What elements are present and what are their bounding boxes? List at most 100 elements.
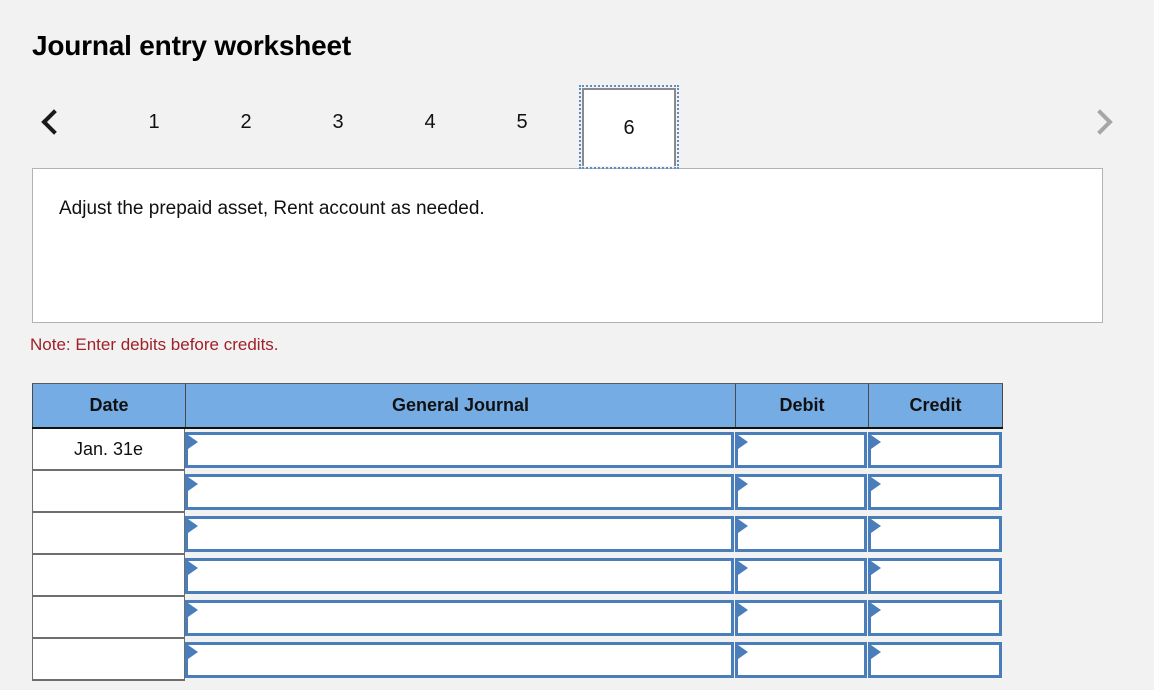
account-field-box xyxy=(185,600,734,636)
account-field-box xyxy=(185,516,734,552)
date-cell xyxy=(32,555,185,597)
credit-input-cell[interactable] xyxy=(868,429,1003,471)
account-input-cell[interactable] xyxy=(185,429,735,471)
debit-field-box xyxy=(735,558,867,594)
credit-field-box xyxy=(868,558,1002,594)
debit-input-cell[interactable] xyxy=(735,555,868,597)
tab-3[interactable]: 3 xyxy=(306,92,370,152)
credit-input-cell[interactable] xyxy=(868,555,1003,597)
triangle-marker-icon xyxy=(738,477,748,491)
column-header-date: Date xyxy=(32,384,185,427)
credit-input-cell[interactable] xyxy=(868,471,1003,513)
triangle-marker-icon xyxy=(871,561,881,575)
credit-input[interactable] xyxy=(883,561,997,591)
tab-6[interactable]: 6 xyxy=(582,88,676,166)
debit-input-cell[interactable] xyxy=(735,513,868,555)
triangle-marker-icon xyxy=(188,561,198,575)
column-header-debit: Debit xyxy=(735,384,868,427)
credit-input-cell[interactable] xyxy=(868,597,1003,639)
tab-1[interactable]: 1 xyxy=(122,92,186,152)
triangle-marker-icon xyxy=(188,435,198,449)
worksheet-tab-strip: 1 2 3 4 5 6 xyxy=(32,92,1122,170)
triangle-marker-icon xyxy=(738,603,748,617)
triangle-marker-icon xyxy=(871,435,881,449)
credit-field-box xyxy=(868,474,1002,510)
debit-field-box xyxy=(735,600,867,636)
credit-input-cell[interactable] xyxy=(868,513,1003,555)
credit-input[interactable] xyxy=(883,435,997,465)
triangle-marker-icon xyxy=(871,519,881,533)
credit-field-box xyxy=(868,432,1002,468)
account-input-cell[interactable] xyxy=(185,639,735,681)
table-header-row: Date General Journal Debit Credit xyxy=(32,383,1003,429)
account-field-box xyxy=(185,432,734,468)
triangle-marker-icon xyxy=(871,477,881,491)
debit-field-box xyxy=(735,432,867,468)
account-input[interactable] xyxy=(200,519,729,549)
debit-input[interactable] xyxy=(750,645,862,675)
date-cell xyxy=(32,471,185,513)
account-input-cell[interactable] xyxy=(185,513,735,555)
debit-input[interactable] xyxy=(750,435,862,465)
instruction-text: Adjust the prepaid asset, Rent account a… xyxy=(59,197,485,222)
triangle-marker-icon xyxy=(871,603,881,617)
account-input[interactable] xyxy=(200,477,729,507)
debit-input[interactable] xyxy=(750,477,862,507)
credit-input[interactable] xyxy=(883,519,997,549)
credit-input[interactable] xyxy=(883,477,997,507)
previous-entry-button[interactable] xyxy=(32,92,76,152)
journal-entry-worksheet-page: Journal entry worksheet 1 2 3 4 5 6 Adju… xyxy=(0,0,1154,690)
table-row xyxy=(32,597,1003,639)
debit-input-cell[interactable] xyxy=(735,471,868,513)
journal-entry-table: Date General Journal Debit Credit Jan. 3… xyxy=(32,383,1003,681)
next-entry-button[interactable] xyxy=(1078,92,1122,152)
triangle-marker-icon xyxy=(738,435,748,449)
chevron-right-icon xyxy=(1087,109,1112,134)
page-title: Journal entry worksheet xyxy=(32,30,351,62)
debit-input-cell[interactable] xyxy=(735,429,868,471)
debit-input[interactable] xyxy=(750,603,862,633)
account-field-box xyxy=(185,558,734,594)
tab-2[interactable]: 2 xyxy=(214,92,278,152)
triangle-marker-icon xyxy=(738,561,748,575)
credit-field-box xyxy=(868,600,1002,636)
account-input-cell[interactable] xyxy=(185,555,735,597)
date-cell xyxy=(32,639,185,681)
debits-before-credits-note: Note: Enter debits before credits. xyxy=(30,335,279,355)
date-cell xyxy=(32,597,185,639)
triangle-marker-icon xyxy=(738,645,748,659)
debit-input-cell[interactable] xyxy=(735,639,868,681)
triangle-marker-icon xyxy=(738,519,748,533)
credit-field-box xyxy=(868,642,1002,678)
table-row xyxy=(32,471,1003,513)
table-row xyxy=(32,555,1003,597)
column-header-general-journal: General Journal xyxy=(185,384,735,427)
date-cell xyxy=(32,513,185,555)
account-input[interactable] xyxy=(200,561,729,591)
account-input[interactable] xyxy=(200,603,729,633)
account-input[interactable] xyxy=(200,645,729,675)
tab-5[interactable]: 5 xyxy=(490,92,554,152)
debit-input[interactable] xyxy=(750,519,862,549)
account-input[interactable] xyxy=(200,435,729,465)
triangle-marker-icon xyxy=(871,645,881,659)
column-header-credit: Credit xyxy=(868,384,1003,427)
account-field-box xyxy=(185,474,734,510)
credit-input-cell[interactable] xyxy=(868,639,1003,681)
tab-4[interactable]: 4 xyxy=(398,92,462,152)
account-input-cell[interactable] xyxy=(185,597,735,639)
account-input-cell[interactable] xyxy=(185,471,735,513)
credit-field-box xyxy=(868,516,1002,552)
debit-input-cell[interactable] xyxy=(735,597,868,639)
table-row: Jan. 31e xyxy=(32,429,1003,471)
account-field-box xyxy=(185,642,734,678)
debit-field-box xyxy=(735,474,867,510)
triangle-marker-icon xyxy=(188,477,198,491)
table-row xyxy=(32,513,1003,555)
date-cell: Jan. 31e xyxy=(32,429,185,471)
credit-input[interactable] xyxy=(883,645,997,675)
instruction-panel: Adjust the prepaid asset, Rent account a… xyxy=(32,168,1103,323)
debit-input[interactable] xyxy=(750,561,862,591)
credit-input[interactable] xyxy=(883,603,997,633)
debit-field-box xyxy=(735,642,867,678)
